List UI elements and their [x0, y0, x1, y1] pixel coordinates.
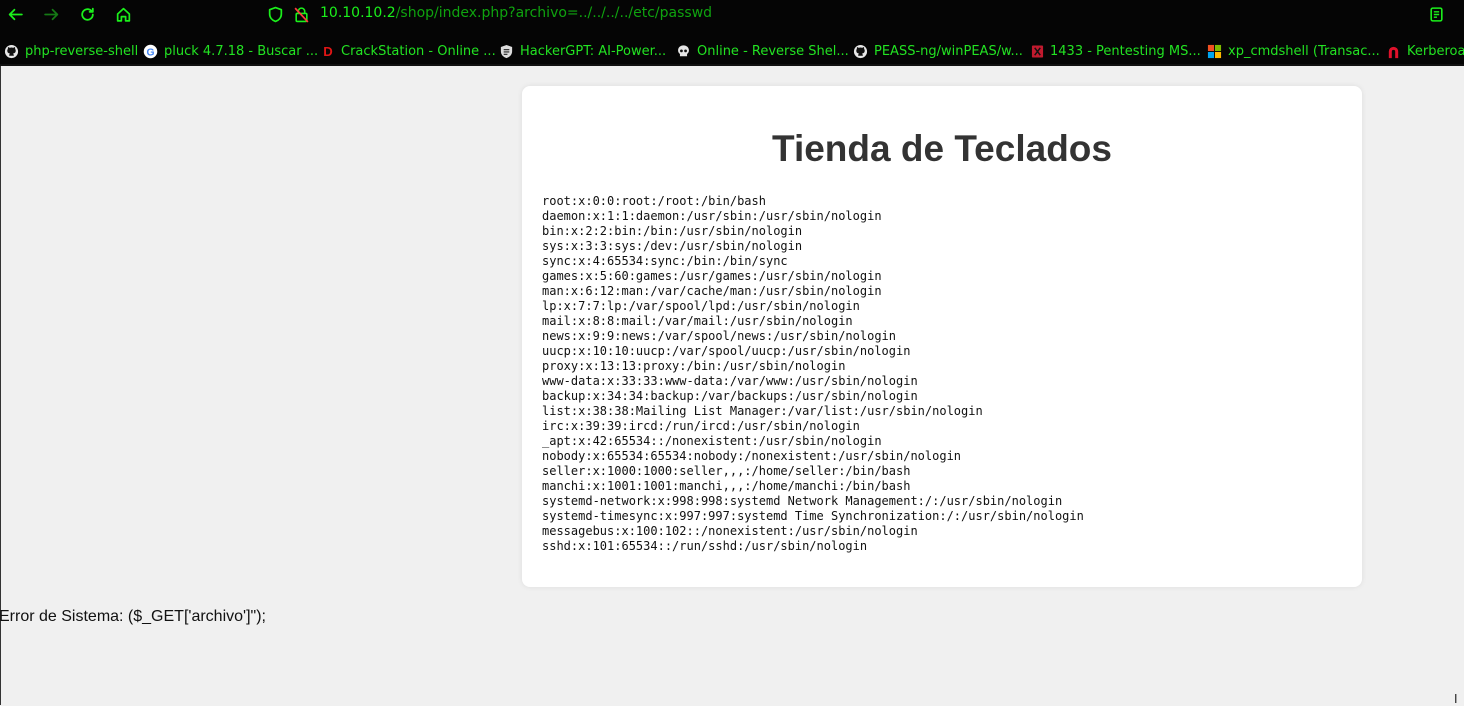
bookmark-label: xp_cmdshell (Transac...: [1228, 43, 1380, 59]
bookmark-label: Online - Reverse Shel...: [697, 43, 849, 59]
passwd-line: news:x:9:9:news:/var/spool/news:/usr/sbi…: [542, 329, 897, 343]
passwd-line: uucp:x:10:10:uucp:/var/spool/uucp:/usr/s…: [542, 344, 911, 358]
back-icon[interactable]: [6, 5, 24, 23]
url-path: /shop/index.php?archivo=../../../../etc/…: [395, 5, 713, 21]
passwd-line: systemd-timesync:x:997:997:systemd Time …: [542, 509, 1084, 523]
passwd-line: mail:x:8:8:mail:/var/mail:/usr/sbin/nolo…: [542, 314, 853, 328]
magnet-icon: [1386, 44, 1401, 59]
bookmark-label: php-reverse-shell: [25, 43, 139, 59]
bookmark-item[interactable]: Kerberoas: [1386, 41, 1464, 61]
passwd-line: bin:x:2:2:bin:/bin:/usr/sbin/nologin: [542, 224, 803, 238]
passwd-line: daemon:x:1:1:daemon:/usr/sbin:/usr/sbin/…: [542, 209, 882, 223]
passwd-output: root:x:0:0:root:/root:/bin/bash daemon:x…: [542, 194, 1084, 554]
svg-text:G: G: [146, 47, 154, 58]
bookmark-item[interactable]: PEASS-ng/winPEAS/w...: [853, 41, 1023, 61]
passwd-line: sync:x:4:65534:sync:/bin:/bin/sync: [542, 254, 788, 268]
passwd-line: _apt:x:42:65534::/nonexistent:/usr/sbin/…: [542, 434, 882, 448]
bookmark-label: 1433 - Pentesting MS...: [1050, 43, 1201, 59]
passwd-line: list:x:38:38:Mailing List Manager:/var/l…: [542, 404, 983, 418]
microsoft-icon: [1207, 44, 1222, 59]
passwd-line: sys:x:3:3:sys:/dev:/usr/sbin/nologin: [542, 239, 803, 253]
forward-icon[interactable]: [42, 5, 60, 23]
bookmark-label: CrackStation - Online ...: [341, 43, 496, 59]
bookmark-item[interactable]: 1433 - Pentesting MS...: [1031, 41, 1201, 61]
url-bar[interactable]: 10.10.10.2/shop/index.php?archivo=../../…: [320, 5, 712, 22]
svg-text:D: D: [323, 44, 332, 59]
content-card: Tienda de Teclados root:x:0:0:root:/root…: [522, 86, 1362, 587]
hackergpt-icon: [499, 44, 514, 59]
github-icon: [4, 44, 19, 59]
page-viewport: Tienda de Teclados root:x:0:0:root:/root…: [0, 66, 1464, 705]
passwd-line: messagebus:x:100:102::/nonexistent:/usr/…: [542, 524, 918, 538]
toolbar-separator: [0, 28, 1464, 38]
bookmark-item[interactable]: php-reverse-shell: [4, 41, 138, 61]
reader-view-icon[interactable]: [1427, 5, 1445, 23]
passwd-line: proxy:x:13:13:proxy:/bin:/usr/sbin/nolog…: [542, 359, 846, 373]
passwd-line: systemd-network:x:998:998:systemd Networ…: [542, 494, 1063, 508]
hacktricks-icon: [1031, 44, 1044, 59]
passwd-line: root:x:0:0:root:/root:/bin/bash: [542, 194, 766, 208]
crackstation-icon: D: [322, 44, 334, 59]
bookmark-item[interactable]: G pluck 4.7.18 - Buscar ...: [143, 41, 318, 61]
error-message: Error de Sistema: ($_GET['archivo']");: [0, 608, 266, 625]
reload-icon[interactable]: [78, 5, 96, 23]
passwd-line: seller:x:1000:1000:seller,,,:/home/selle…: [542, 464, 911, 478]
passwd-line: lp:x:7:7:lp:/var/spool/lpd:/usr/sbin/nol…: [542, 299, 860, 313]
bookmark-label: PEASS-ng/winPEAS/w...: [874, 43, 1023, 59]
bookmark-label: Kerberoas: [1407, 43, 1464, 59]
passwd-line: manchi:x:1001:1001:manchi,,,:/home/manch…: [542, 479, 911, 493]
passwd-line: www-data:x:33:33:www-data:/var/www:/usr/…: [542, 374, 918, 388]
github-icon: [853, 44, 868, 59]
passwd-line: backup:x:34:34:backup:/var/backups:/usr/…: [542, 389, 918, 403]
bookmark-item[interactable]: HackerGPT: AI-Power...: [499, 41, 666, 61]
passwd-line: sshd:x:101:65534::/run/sshd:/usr/sbin/no…: [542, 539, 868, 553]
passwd-line: man:x:6:12:man:/var/cache/man:/usr/sbin/…: [542, 284, 882, 298]
insecure-lock-icon[interactable]: [292, 5, 310, 23]
corner-glyph: Ι: [1454, 692, 1458, 706]
passwd-line: nobody:x:65534:65534:nobody:/nonexistent…: [542, 449, 962, 463]
bookmark-label: pluck 4.7.18 - Buscar ...: [164, 43, 319, 59]
skull-icon: [676, 44, 691, 59]
bookmark-label: HackerGPT: AI-Power...: [520, 43, 667, 59]
url-host: 10.10.10.2: [320, 5, 396, 21]
passwd-line: games:x:5:60:games:/usr/games:/usr/sbin/…: [542, 269, 882, 283]
page-title: Tienda de Teclados: [772, 128, 1112, 169]
passwd-line: irc:x:39:39:ircd:/run/ircd:/usr/sbin/nol…: [542, 419, 860, 433]
google-icon: G: [143, 44, 158, 59]
home-icon[interactable]: [114, 5, 132, 23]
bookmark-item[interactable]: Online - Reverse Shel...: [676, 41, 849, 61]
shield-icon[interactable]: [266, 5, 284, 23]
bookmarks-bar: php-reverse-shell G pluck 4.7.18 - Busca…: [0, 38, 1464, 64]
bookmark-item[interactable]: xp_cmdshell (Transac...: [1207, 41, 1380, 61]
browser-toolbar: 10.10.10.2/shop/index.php?archivo=../../…: [0, 0, 1464, 28]
bookmark-item[interactable]: D CrackStation - Online ...: [322, 41, 496, 61]
